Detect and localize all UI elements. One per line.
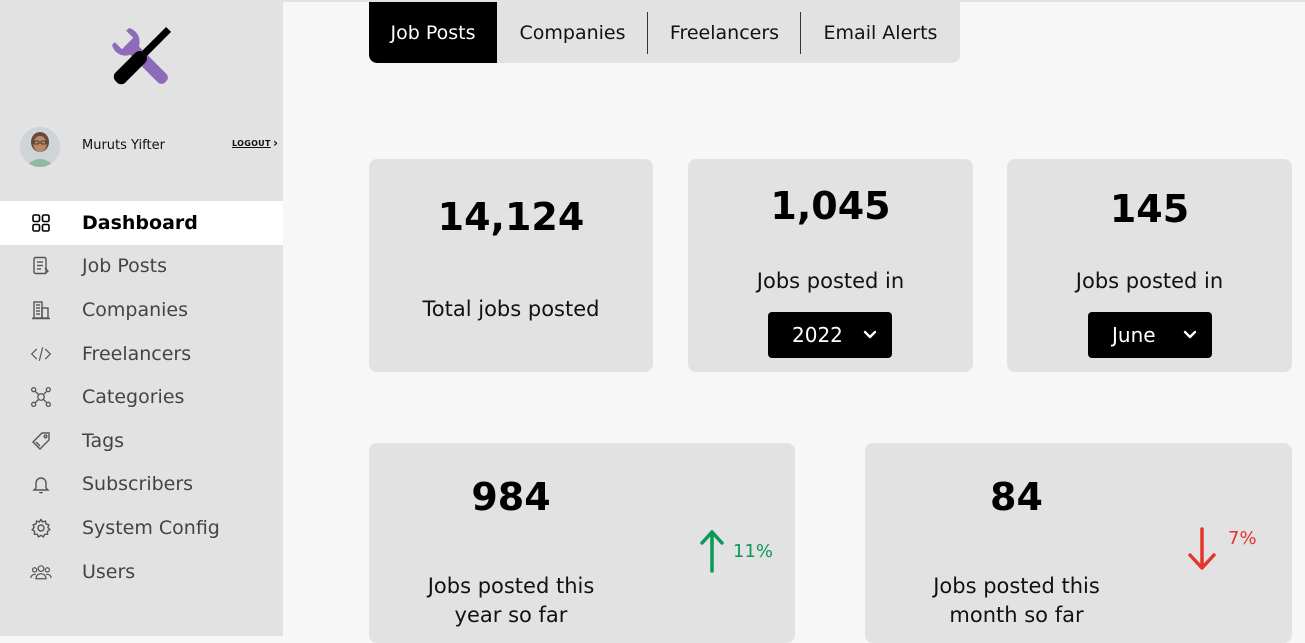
sidebar-item-dashboard[interactable]: Dashboard — [0, 201, 283, 245]
stat-value: 84 — [990, 475, 1043, 519]
trend-value: 11% — [733, 540, 774, 562]
tab-companies[interactable]: Companies — [497, 2, 648, 63]
trend-value: 7% — [1228, 527, 1257, 549]
sidebar-item-users[interactable]: Users — [0, 550, 283, 594]
year-select-value: 2022 — [792, 323, 843, 347]
arrow-up-icon — [700, 530, 724, 573]
stat-value: 145 — [1109, 187, 1190, 231]
stat-card-ytd: 984 Jobs posted this year so far 11% — [369, 443, 795, 643]
tab-label: Email Alerts — [823, 21, 938, 44]
dashboard-grid-icon — [30, 212, 52, 234]
chevron-down-icon — [1183, 330, 1197, 339]
sidebar-item-label: Subscribers — [82, 473, 194, 496]
stat-caption-line1: Jobs posted this — [933, 574, 1100, 598]
avatar[interactable] — [20, 127, 60, 167]
stat-card-month: 145 Jobs posted in June — [1007, 159, 1292, 372]
stat-caption: Jobs posted in — [756, 269, 905, 293]
stat-card-mtd: 84 Jobs posted this month so far 7% — [865, 443, 1292, 643]
sidebar-item-label: Companies — [82, 298, 189, 321]
sidebar-item-subscribers[interactable]: Subscribers — [0, 463, 283, 507]
month-select[interactable]: June — [1088, 312, 1212, 358]
sidebar-item-categories[interactable]: Categories — [0, 375, 283, 419]
user-profile: Muruts Yifter LOGOUT › — [20, 127, 283, 167]
tag-icon — [30, 430, 52, 452]
sidebar-item-label: Job Posts — [82, 255, 167, 278]
tab-label: Freelancers — [669, 21, 780, 44]
gear-icon — [30, 517, 52, 539]
logout-link[interactable]: LOGOUT — [232, 139, 271, 148]
trend-indicator: 11% — [699, 529, 773, 573]
code-icon — [30, 343, 52, 365]
sidebar-nav: Dashboard Job Posts Companies Freelancer… — [0, 201, 283, 593]
sidebar-item-label: Users — [82, 560, 136, 583]
sidebar-item-label: System Config — [82, 516, 220, 539]
bell-icon — [30, 473, 52, 495]
sidebar-item-companies[interactable]: Companies — [0, 288, 283, 332]
arrow-down-icon — [1188, 527, 1216, 570]
tab-freelancers[interactable]: Freelancers — [648, 2, 801, 63]
stat-value: 14,124 — [437, 195, 585, 239]
tab-job-posts[interactable]: Job Posts — [369, 2, 497, 63]
stat-caption: Total jobs posted — [422, 297, 600, 321]
year-select[interactable]: 2022 — [768, 312, 892, 358]
sidebar-item-label: Freelancers — [82, 342, 192, 365]
trend-indicator: 7% — [1186, 527, 1257, 571]
document-list-icon — [30, 255, 52, 277]
network-icon — [30, 386, 52, 408]
chevron-down-icon — [863, 330, 877, 339]
sidebar-item-label: Categories — [82, 386, 185, 409]
stat-card-year: 1,045 Jobs posted in 2022 — [688, 159, 973, 372]
sidebar-item-job-posts[interactable]: Job Posts — [0, 245, 283, 289]
sidebar-item-freelancers[interactable]: Freelancers — [0, 332, 283, 376]
stat-caption-line2: year so far — [454, 603, 568, 627]
user-name: Muruts Yifter — [82, 138, 165, 153]
sidebar-item-tags[interactable]: Tags — [0, 419, 283, 463]
sidebar-item-system-config[interactable]: System Config — [0, 506, 283, 550]
sidebar: Muruts Yifter LOGOUT › Dashboard Job Pos… — [0, 2, 283, 636]
stat-card-total: 14,124 Total jobs posted — [369, 159, 653, 372]
tab-email-alerts[interactable]: Email Alerts — [801, 2, 960, 63]
stat-caption-line2: month so far — [949, 603, 1084, 627]
tab-label: Job Posts — [390, 21, 476, 44]
stat-value: 984 — [471, 475, 551, 519]
users-icon — [30, 561, 52, 583]
month-select-value: June — [1112, 323, 1156, 347]
building-icon — [30, 299, 52, 321]
stat-caption: Jobs posted in — [1075, 269, 1224, 293]
tab-label: Companies — [519, 21, 626, 44]
sidebar-item-label: Tags — [82, 429, 125, 452]
top-tabs: Job Posts Companies Freelancers Email Al… — [369, 2, 960, 63]
stat-caption-line1: Jobs posted this — [427, 574, 595, 598]
stat-value: 1,045 — [770, 184, 891, 228]
tools-logo-icon — [104, 22, 178, 92]
chevron-right-icon[interactable]: › — [273, 136, 278, 150]
sidebar-item-label: Dashboard — [82, 211, 198, 234]
